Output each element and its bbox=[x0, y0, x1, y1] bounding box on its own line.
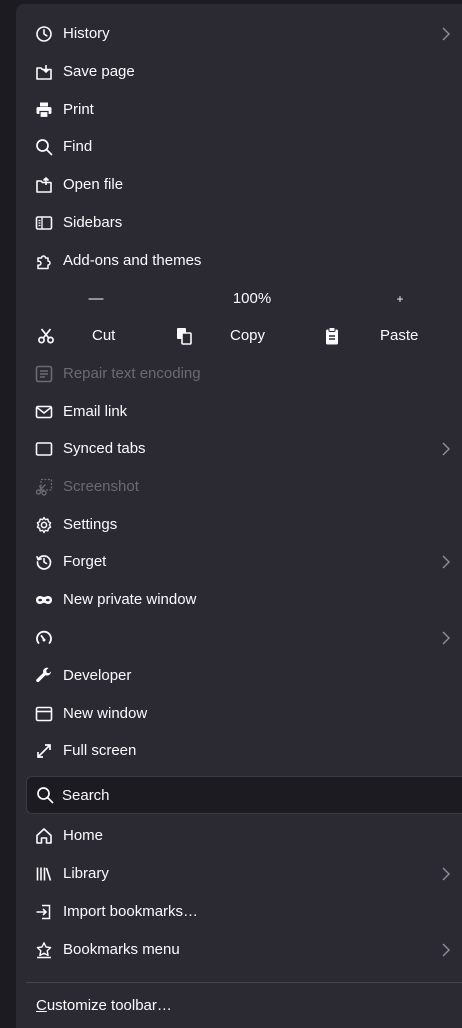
search-input[interactable]: Search bbox=[26, 776, 462, 814]
clock-icon bbox=[34, 24, 54, 44]
menu-item-email-link[interactable]: Email link bbox=[24, 395, 462, 429]
chevron-right-icon bbox=[442, 442, 450, 456]
copy-icon[interactable] bbox=[174, 326, 194, 346]
menu-item-label: Import bookmarks… bbox=[63, 903, 199, 920]
menu-item-full-screen[interactable]: Full screen bbox=[24, 734, 462, 768]
menu-item-label: Find bbox=[63, 138, 93, 155]
cut-button[interactable]: Cut bbox=[92, 319, 115, 353]
menu-item-home[interactable]: Home bbox=[24, 819, 462, 853]
menu-item-label: Forget bbox=[63, 553, 107, 570]
zoom-reset-button[interactable]: 100% bbox=[214, 282, 290, 316]
edit-controls: Cut Copy Paste bbox=[24, 319, 462, 353]
menu-item-settings[interactable]: Settings bbox=[24, 508, 462, 542]
window-background: History Save page Print Find Open file S… bbox=[0, 0, 462, 1028]
chevron-right-icon bbox=[442, 943, 450, 957]
menu-item-repair-text-encoding[interactable]: Repair text encoding bbox=[24, 357, 462, 391]
zoom-out-button[interactable]: — bbox=[76, 282, 116, 316]
menu-item-screenshot[interactable]: Screenshot bbox=[24, 470, 462, 504]
menu-item-performance[interactable] bbox=[24, 621, 462, 655]
sidebar-icon bbox=[34, 213, 54, 233]
menu-item-label: New private window bbox=[63, 591, 197, 608]
menu-item-label: New window bbox=[63, 705, 148, 722]
menu-item-history[interactable]: History bbox=[24, 17, 462, 51]
bookmark-star-icon bbox=[34, 940, 54, 960]
menu-item-label: Add-ons and themes bbox=[63, 252, 202, 269]
menu-item-forget[interactable]: Forget bbox=[24, 545, 462, 579]
wrench-icon bbox=[34, 666, 54, 686]
menu-item-label: Home bbox=[63, 827, 104, 844]
scissors-icon[interactable] bbox=[36, 326, 56, 346]
customize-toolbar-button[interactable]: Customize toolbar… bbox=[36, 992, 172, 1020]
menu-item-label: Screenshot bbox=[63, 478, 139, 495]
gauge-icon bbox=[34, 628, 54, 648]
accesskey-letter: C bbox=[36, 997, 47, 1014]
menu-item-label: Print bbox=[63, 101, 94, 118]
menu-separator bbox=[26, 982, 462, 983]
library-icon bbox=[34, 864, 54, 884]
open-file-icon bbox=[34, 175, 54, 195]
new-window-icon bbox=[34, 704, 54, 724]
home-icon bbox=[34, 826, 54, 846]
menu-item-print[interactable]: Print bbox=[24, 93, 462, 127]
zoom-controls: — 100% + bbox=[24, 282, 462, 316]
forget-icon bbox=[34, 552, 54, 572]
synced-tabs-icon bbox=[34, 439, 54, 459]
search-icon bbox=[35, 785, 55, 805]
mail-icon bbox=[34, 402, 54, 422]
search-label: Search bbox=[62, 786, 110, 804]
paste-button[interactable]: Paste bbox=[380, 319, 418, 353]
puzzle-icon bbox=[34, 251, 54, 271]
screenshot-icon bbox=[34, 477, 54, 497]
menu-item-library[interactable]: Library bbox=[24, 857, 462, 891]
menu-item-addons-and-themes[interactable]: Add-ons and themes bbox=[24, 244, 462, 278]
menu-item-label: Bookmarks menu bbox=[63, 941, 180, 958]
printer-icon bbox=[34, 100, 54, 120]
menu-item-new-private-window[interactable]: New private window bbox=[24, 583, 462, 617]
menu-item-label: Synced tabs bbox=[63, 440, 146, 457]
menu-item-label: Settings bbox=[63, 516, 118, 533]
private-mask-icon bbox=[34, 590, 54, 610]
menu-item-label: Full screen bbox=[63, 742, 137, 759]
chevron-right-icon bbox=[442, 867, 450, 881]
menu-item-label: Save page bbox=[63, 63, 135, 80]
menu-item-label: History bbox=[63, 25, 110, 42]
menu-item-save-page[interactable]: Save page bbox=[24, 55, 462, 89]
menu-item-find[interactable]: Find bbox=[24, 130, 462, 164]
menu-item-sidebars[interactable]: Sidebars bbox=[24, 206, 462, 240]
menu-item-label: Library bbox=[63, 865, 109, 882]
chevron-right-icon bbox=[442, 631, 450, 645]
app-menu-panel: History Save page Print Find Open file S… bbox=[16, 4, 462, 1028]
menu-item-label: Sidebars bbox=[63, 214, 123, 231]
fullscreen-icon bbox=[34, 741, 54, 761]
menu-item-label: Repair text encoding bbox=[63, 365, 201, 382]
copy-button[interactable]: Copy bbox=[230, 319, 265, 353]
gear-icon bbox=[34, 515, 54, 535]
search-icon bbox=[34, 137, 54, 157]
customize-label: ustomize toolbar… bbox=[46, 997, 172, 1014]
chevron-right-icon bbox=[442, 555, 450, 569]
text-encoding-icon bbox=[34, 364, 54, 384]
menu-item-synced-tabs[interactable]: Synced tabs bbox=[24, 432, 462, 466]
clipboard-icon[interactable] bbox=[322, 326, 342, 346]
menu-item-label: Developer bbox=[63, 667, 132, 684]
menu-item-developer[interactable]: Developer bbox=[24, 659, 462, 693]
menu-item-label: Email link bbox=[63, 403, 128, 420]
save-page-icon bbox=[34, 62, 54, 82]
menu-item-new-window[interactable]: New window bbox=[24, 697, 462, 731]
menu-item-label: Open file bbox=[63, 176, 124, 193]
zoom-in-button[interactable]: + bbox=[380, 282, 420, 316]
menu-item-open-file[interactable]: Open file bbox=[24, 168, 462, 202]
chevron-right-icon bbox=[442, 27, 450, 41]
menu-item-import-bookmarks[interactable]: Import bookmarks… bbox=[24, 895, 462, 929]
import-icon bbox=[34, 902, 54, 922]
menu-item-bookmarks-menu[interactable]: Bookmarks menu bbox=[24, 933, 462, 967]
